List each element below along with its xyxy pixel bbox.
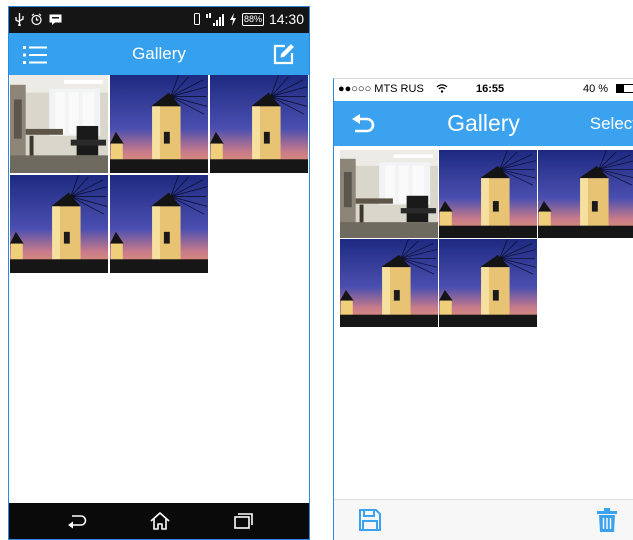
save-icon[interactable]	[358, 508, 382, 532]
battery-percentage: 40 %	[583, 83, 609, 95]
battery-percentage: 88%	[241, 12, 264, 26]
vibrate-icon	[193, 13, 201, 25]
page-title: Gallery	[132, 44, 186, 63]
photo-thumbnail-office[interactable]	[340, 150, 438, 238]
edit-icon[interactable]	[273, 43, 295, 65]
ios-nav-bar: Gallery Select	[334, 101, 633, 146]
home-icon[interactable]	[148, 510, 172, 532]
photo-thumbnail-windmill[interactable]	[340, 239, 438, 327]
photo-thumbnail-windmill[interactable]	[538, 150, 633, 238]
ios-bottom-toolbar	[334, 499, 633, 540]
wifi-icon	[436, 83, 448, 93]
page-title: Gallery	[447, 110, 520, 136]
photo-thumbnail-office[interactable]	[10, 75, 108, 173]
status-time: 16:55	[476, 83, 505, 95]
select-button[interactable]: Select	[590, 101, 633, 146]
alarm-icon	[31, 13, 42, 26]
android-nav-bar	[9, 503, 309, 539]
list-menu-icon[interactable]	[23, 45, 47, 65]
carrier-name: ●●○○○ MTS RUS	[338, 83, 424, 95]
back-arrow-icon[interactable]	[350, 113, 376, 135]
photo-thumbnail-windmill[interactable]	[439, 239, 537, 327]
battery-icon	[616, 84, 633, 93]
android-status-bar: 88% 14:30	[9, 7, 309, 33]
photo-thumbnail-windmill[interactable]	[110, 75, 208, 173]
android-phone-screen: 88% 14:30 Gallery	[8, 6, 310, 540]
photo-thumbnail-windmill[interactable]	[10, 175, 108, 273]
android-app-bar: Gallery	[9, 33, 309, 75]
ios-status-bar: ●●○○○ MTS RUS 16:55 40 %	[334, 79, 633, 101]
notification-icon	[49, 14, 62, 25]
signal-icon	[205, 12, 224, 26]
recent-apps-icon[interactable]	[231, 510, 255, 532]
back-icon[interactable]	[65, 510, 89, 532]
charging-icon	[229, 12, 237, 26]
photo-thumbnail-windmill[interactable]	[210, 75, 308, 173]
ios-phone-screen: ●●○○○ MTS RUS 16:55 40 % Gallery Select	[333, 78, 633, 540]
photo-thumbnail-windmill[interactable]	[110, 175, 208, 273]
photo-thumbnail-windmill[interactable]	[439, 150, 537, 238]
trash-icon[interactable]	[596, 507, 618, 533]
usb-icon	[15, 13, 24, 26]
status-time: 14:30	[268, 11, 304, 27]
